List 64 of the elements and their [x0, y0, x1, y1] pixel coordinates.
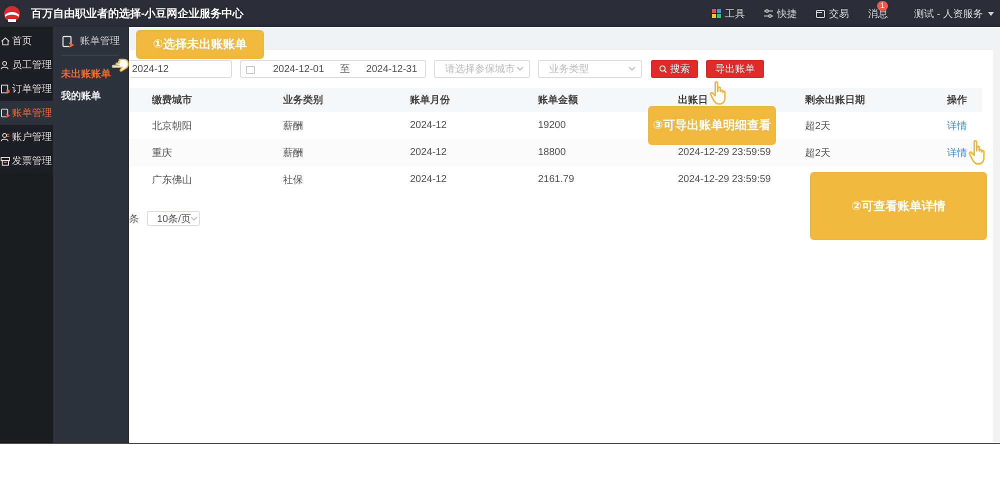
submenu-title: 账单管理	[61, 27, 119, 56]
toolbar-item[interactable]: 快捷	[764, 6, 798, 20]
table-cell-text: 重庆	[152, 146, 172, 160]
printer-icon	[0, 156, 10, 166]
date-range-field[interactable]: 2024-12-01 至 2024-12-31	[240, 60, 426, 78]
column-header: 缴费城市	[152, 93, 192, 107]
document-icon	[0, 84, 10, 94]
sidebar-item[interactable]: 账户管理	[0, 125, 53, 149]
submenu-item[interactable]: 未出账账单	[61, 64, 111, 84]
column-header: 操作	[947, 94, 967, 107]
search-icon	[659, 65, 667, 73]
table-cell: 19200	[538, 120, 566, 131]
grid-icon	[712, 9, 722, 18]
export-button[interactable]: 导出账单	[706, 60, 764, 78]
submenu-item[interactable]: 我的账单	[61, 86, 101, 106]
sidebar-item[interactable]: 订单管理	[0, 77, 53, 101]
calendar-icon	[246, 64, 255, 74]
table-cell: 2024-12	[410, 147, 447, 158]
document-icon	[0, 108, 10, 118]
column-header: 出账日	[678, 94, 708, 107]
search-button[interactable]: 搜索	[651, 60, 698, 78]
table-cell: 2161.79	[538, 174, 574, 185]
person-icon	[0, 60, 10, 70]
app-title: 百万自由职业者的选择-小豆网企业服务中心	[31, 6, 245, 21]
table-cell-text: 社保	[283, 174, 303, 186]
column-header: 业务类别	[283, 94, 323, 107]
total-count: 条	[129, 212, 139, 226]
table-cell: 2024-12-29 23:59:59	[678, 174, 771, 185]
table-cell-text: 超2天	[805, 120, 831, 132]
table-cell-text: 北京朝阳	[152, 120, 192, 132]
toolbar-item[interactable]: 交易	[816, 6, 850, 20]
column-header: 账单金额	[538, 93, 578, 107]
chevron-icon	[517, 67, 523, 71]
table-cell: 18800	[538, 147, 566, 158]
caret-icon	[988, 12, 994, 16]
table-cell-text: 广东佛山	[152, 174, 192, 186]
guide-callout: ③可导出账单明细查看	[648, 106, 776, 145]
toolbar-item[interactable]: 工具	[712, 6, 746, 20]
wallet-icon	[816, 9, 826, 18]
table-cell-text: 薪酬	[283, 120, 303, 132]
chevron-icon	[629, 67, 635, 71]
table-cell-text: 薪酬	[283, 146, 303, 160]
guide-callout: ①选择未出账账单	[136, 30, 264, 59]
page-size-select[interactable]: 10条/页	[147, 211, 200, 226]
user-menu[interactable]: 测试 - 人资服务	[914, 6, 994, 20]
document-icon	[61, 34, 74, 48]
table-cell-text: 超2天	[805, 146, 831, 160]
logo-icon	[3, 4, 21, 23]
month-field[interactable]: 2024-12	[129, 60, 232, 78]
column-header: 账单月份	[410, 94, 450, 107]
chevron-icon	[190, 216, 197, 220]
table-cell: 2024-12-29 23:59:59	[678, 147, 771, 158]
house-icon	[0, 36, 10, 46]
table-cell: 2024-12	[410, 174, 447, 185]
sidebar-item[interactable]: 发票管理	[0, 149, 53, 173]
sidebar-item[interactable]: 账单管理	[0, 101, 53, 125]
table-cell: 2024-12	[410, 120, 447, 131]
person-icon	[0, 132, 10, 142]
guide-callout: ②可查看账单详情	[810, 172, 987, 240]
sidebar-item[interactable]: 员工管理	[0, 53, 53, 77]
column-header: 剩余出账日期	[805, 94, 865, 107]
notification-badge: 1	[877, 0, 888, 10]
sliders-icon	[764, 9, 774, 18]
sidebar-item[interactable]: 首页	[0, 29, 53, 53]
